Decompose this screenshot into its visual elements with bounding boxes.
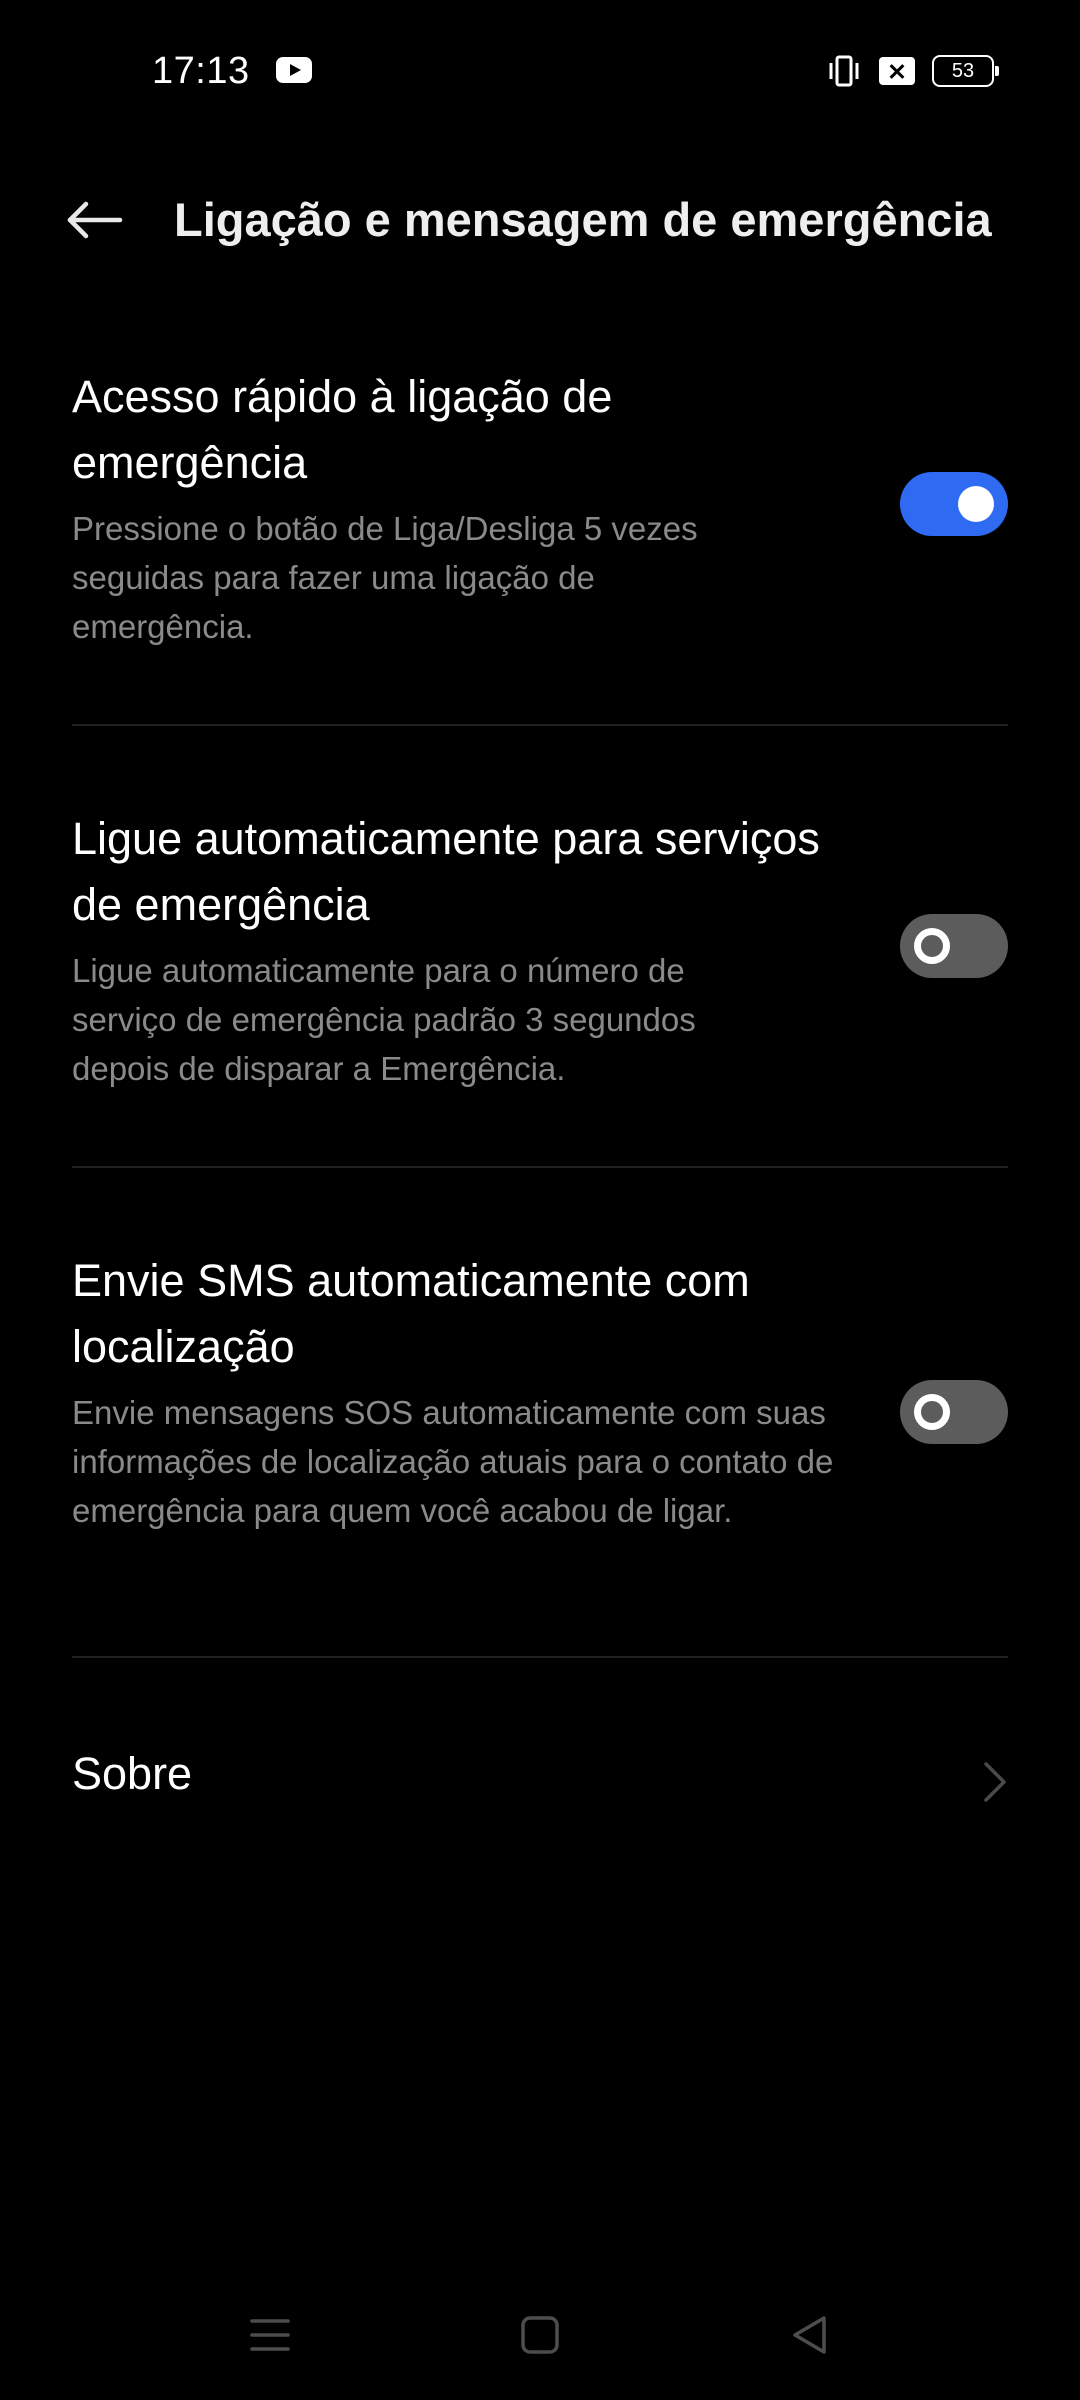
auto-sms-toggle[interactable] — [900, 1380, 1008, 1444]
divider — [72, 724, 1008, 726]
app-header: Ligação e mensagem de emergência — [0, 170, 1080, 270]
page-title: Ligação e mensagem de emergência — [174, 193, 992, 246]
setting-quick-emergency-call[interactable]: Acesso rápido à ligação de emergência Pr… — [0, 360, 1080, 720]
setting-description: Ligue automaticamente para o número de s… — [72, 952, 696, 1087]
home-icon — [521, 2316, 559, 2354]
screen: 17:13 53 Ligação e mensagem de emergênci… — [0, 0, 1080, 2400]
divider — [72, 1656, 1008, 1658]
setting-auto-sms-location[interactable]: Envie SMS automaticamente com localizaçã… — [0, 1244, 1080, 1644]
setting-auto-call-emergency-services[interactable]: Ligue automaticamente para serviços de e… — [0, 802, 1080, 1162]
battery-icon: 53 — [932, 55, 999, 87]
toggle-knob — [958, 486, 994, 522]
nav-back-button[interactable] — [770, 2300, 850, 2370]
toggle-knob — [914, 928, 950, 964]
status-bar: 17:13 53 — [0, 0, 1080, 140]
vibrate-icon — [829, 55, 859, 87]
about-label: Sobre — [72, 1748, 193, 1799]
xbox-icon — [879, 57, 915, 85]
arrow-left-icon — [67, 201, 123, 239]
about-row[interactable]: Sobre — [0, 1720, 1080, 1840]
auto-call-toggle[interactable] — [900, 914, 1008, 978]
quick-emergency-call-toggle[interactable] — [900, 472, 1008, 536]
back-triangle-icon — [793, 2316, 826, 2354]
navigation-bar — [0, 2280, 1080, 2390]
chevron-right-icon — [984, 1762, 1006, 1802]
menu-icon — [250, 2319, 290, 2351]
setting-title: Acesso rápido à ligação de emergência — [72, 371, 613, 488]
youtube-icon — [276, 57, 312, 83]
home-button[interactable] — [500, 2300, 580, 2370]
toggle-knob — [914, 1394, 950, 1430]
divider — [72, 1166, 1008, 1168]
status-time: 17:13 — [152, 50, 250, 92]
setting-title: Envie SMS automaticamente com localizaçã… — [72, 1255, 750, 1372]
setting-title: Ligue automaticamente para serviços de e… — [72, 813, 820, 930]
back-button[interactable] — [60, 190, 130, 250]
recent-apps-button[interactable] — [230, 2300, 310, 2370]
setting-description: Pressione o botão de Liga/Desliga 5 veze… — [72, 510, 698, 645]
setting-description: Envie mensagens SOS automaticamente com … — [72, 1394, 834, 1529]
